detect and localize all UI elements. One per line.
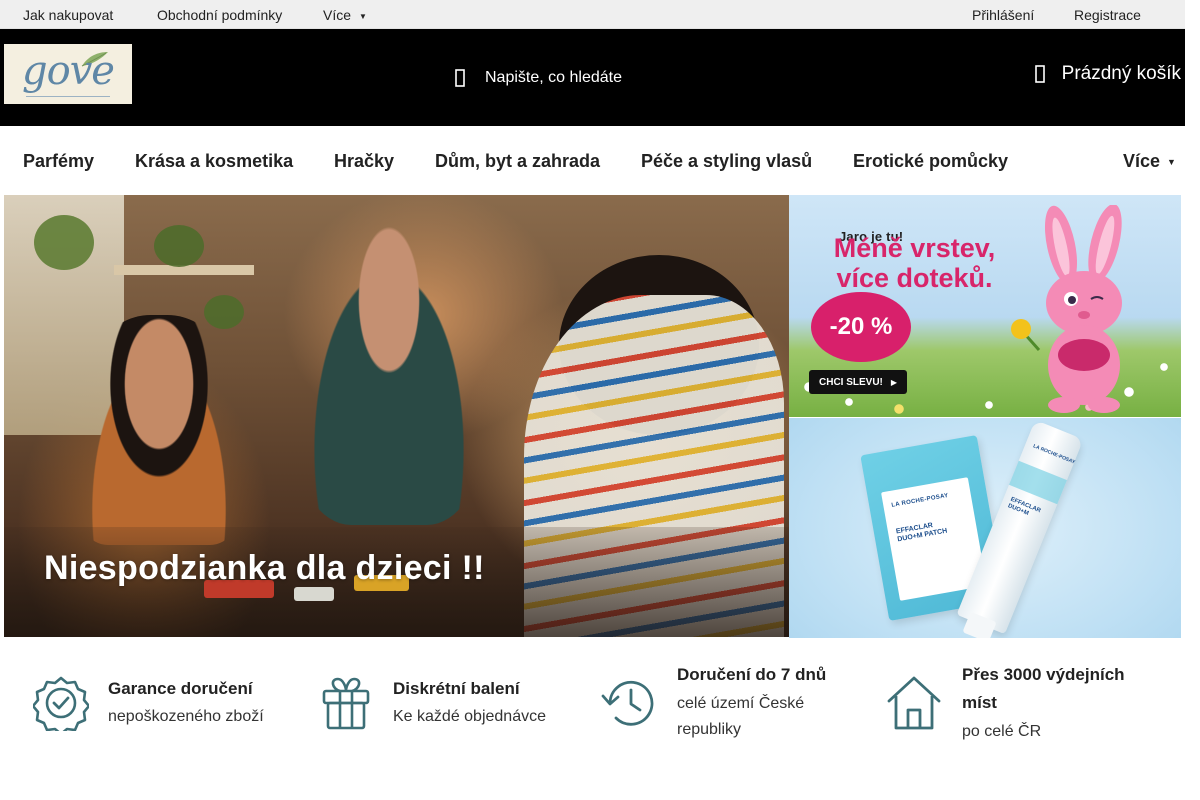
hero-person-child xyxy=(74,315,244,545)
benefit-title-line1: Přes 3000 výdejních xyxy=(962,665,1125,684)
hero-banner[interactable]: Niespodzianka dla dzieci !! xyxy=(4,195,789,637)
promo-banner-skincare[interactable]: LA ROCHE-POSAY EFFACLAR DUO+M PATCH LA R… xyxy=(789,418,1181,638)
login-link[interactable]: Přihlášení xyxy=(972,7,1034,23)
benefit-subtitle-line1: celé území České xyxy=(677,695,805,712)
nav-item-hracky[interactable]: Hračky xyxy=(334,151,394,172)
promo-headline-line1: Méně vrstev, xyxy=(833,233,996,263)
bunny-illustration-icon xyxy=(1011,205,1122,413)
tube-cap xyxy=(962,611,997,638)
promo-banner-spring[interactable]: Jaro je tu! Méně vrstev, více doteků. -2… xyxy=(789,195,1181,417)
topbar-more-dropdown[interactable]: Více ▼ xyxy=(323,7,367,23)
cart-button[interactable]: Prázdný košík xyxy=(1034,63,1181,85)
site-header: gove Napište, co hledáte Prázdný košík xyxy=(0,29,1185,126)
hero-title: Niespodzianka dla dzieci !! xyxy=(44,549,485,587)
cart-label: Prázdný košík xyxy=(1061,63,1181,84)
search-box[interactable]: Napište, co hledáte xyxy=(452,66,622,90)
benefit-title: Garance doručení xyxy=(108,679,253,698)
benefit-pickup-points: Přes 3000 výdejních míst po celé ČR xyxy=(885,660,1175,750)
gift-icon xyxy=(322,677,370,730)
discount-badge: -20 % xyxy=(811,292,911,362)
badge-check-icon xyxy=(33,676,89,731)
benefit-title-line2: míst xyxy=(962,693,997,712)
nav-item-eroticke-pomucky[interactable]: Erotické pomůcky xyxy=(853,151,1008,172)
logo-wordmark: gove xyxy=(22,48,115,94)
home-icon xyxy=(887,676,941,730)
chevron-down-icon: ▼ xyxy=(1167,157,1176,167)
nav-item-dum-byt-zahrada[interactable]: Dům, byt a zahrada xyxy=(435,151,600,172)
register-link[interactable]: Registrace xyxy=(1074,7,1141,23)
link-jak-nakupovat[interactable]: Jak nakupovat xyxy=(23,7,113,23)
link-obchodni-podminky[interactable]: Obchodní podmínky xyxy=(157,7,282,23)
caret-down-icon: ▼ xyxy=(359,12,367,21)
tube-product-name: EFFACLAR DUO+M xyxy=(1007,497,1042,522)
tube-brand: LA ROCHE-POSAY xyxy=(1032,443,1076,466)
benefit-subtitle: Ke každé objednávce xyxy=(393,708,546,725)
hero-person-man xyxy=(294,225,484,525)
benefit-title: Doručení do 7 dnů xyxy=(677,665,827,684)
main-navigation: Parfémy Krása a kosmetika Hračky Dům, by… xyxy=(0,126,1185,195)
hero-plant xyxy=(34,215,94,270)
promo-cta-button[interactable]: CHCI SLEVU! ▶ xyxy=(809,370,908,394)
benefit-subtitle: po celé ČR xyxy=(962,723,1042,740)
nav-item-krasa-a-kosmetika[interactable]: Krása a kosmetika xyxy=(135,151,293,172)
promo-cta-label: CHCI SLEVU! xyxy=(819,376,883,388)
play-arrow-icon: ▶ xyxy=(890,377,898,387)
promo-headline: Méně vrstev, více doteků. xyxy=(807,233,1022,293)
tube-stripe xyxy=(1009,460,1067,505)
nav-more-label: Více xyxy=(1123,151,1161,171)
topbar-more-label: Více xyxy=(323,7,352,23)
search-icon xyxy=(455,69,465,87)
clock-history-icon xyxy=(601,680,654,726)
cart-icon xyxy=(1034,65,1045,83)
search-input[interactable]: Napište, co hledáte xyxy=(485,69,622,87)
logo-underline xyxy=(26,96,110,97)
benefit-delivery-guarantee: Garance doručení nepoškozeného zboží xyxy=(33,660,293,750)
nav-item-parfemy[interactable]: Parfémy xyxy=(23,151,94,172)
benefit-discreet-packaging: Diskrétní balení Ke každé objednávce xyxy=(320,660,580,750)
hero-plant xyxy=(204,295,244,329)
top-utility-bar: Jak nakupovat Obchodní podmínky Více ▼ Př… xyxy=(0,0,1185,29)
nav-item-more[interactable]: Více ▼ xyxy=(1123,151,1176,172)
benefit-title: Diskrétní balení xyxy=(393,679,520,698)
hero-plant xyxy=(154,225,204,267)
benefit-delivery-7-days: Doručení do 7 dnů celé území České repub… xyxy=(600,660,860,750)
benefit-subtitle: nepoškozeného zboží xyxy=(108,708,264,725)
nav-item-pece-styling-vlasu[interactable]: Péče a styling vlasů xyxy=(641,151,812,172)
benefit-subtitle-line2: republiky xyxy=(677,721,742,738)
site-logo[interactable]: gove xyxy=(4,44,132,104)
promo-headline-line2: více doteků. xyxy=(836,263,993,293)
hero-toy-brick xyxy=(294,587,334,601)
